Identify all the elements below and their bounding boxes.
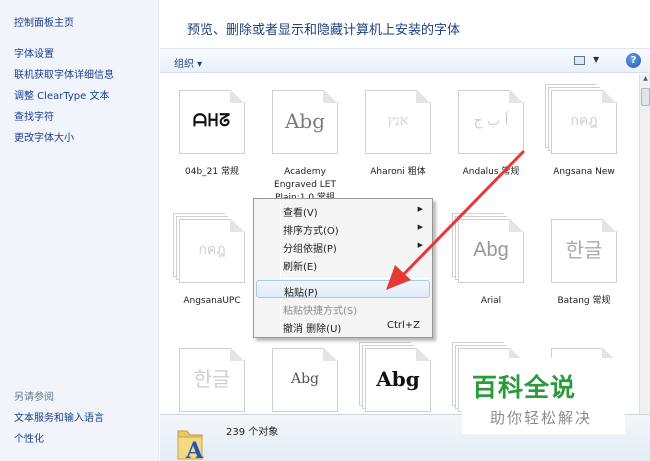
font-family-icon: กคฎ: [173, 213, 249, 287]
menu-item-label: 粘贴(P): [284, 288, 318, 299]
control-panel-home-link[interactable]: 控制面板主页: [14, 14, 74, 29]
font-sample: ᗩᕼᘔ: [192, 111, 232, 131]
menu-item-refresh[interactable]: 刷新(E): [256, 255, 430, 273]
single-font-icon: Abg: [268, 342, 342, 414]
toolbar: 组织 ▾ ▼ ?: [160, 48, 650, 73]
font-name: AngsanaUPC: [183, 296, 241, 306]
menu-separator: [283, 278, 429, 279]
font-sample: Abg: [290, 371, 320, 387]
menu-item-sort-by[interactable]: 排序方式(O) ▶: [256, 219, 430, 237]
scroll-up-icon[interactable]: ▲: [641, 75, 650, 86]
page-title: 预览、删除或者显示和隐藏计算机上安装的字体: [187, 23, 461, 38]
font-sample: กคฎ: [198, 242, 226, 258]
chevron-down-icon: ▼: [593, 55, 600, 64]
vertical-scrollbar[interactable]: ▲: [639, 74, 650, 414]
font-family-icon: กคฎ: [545, 84, 621, 158]
scrollbar-thumb[interactable]: [641, 88, 650, 106]
watermark: 百科全说 助你轻松解决: [462, 358, 625, 434]
fonts-folder-icon: A: [176, 421, 210, 461]
left-sidebar: 控制面板主页 字体设置 联机获取字体详细信息 调整 ClearType 文本 查…: [0, 0, 159, 461]
menu-item-undo-delete[interactable]: 撤消 删除(U) Ctrl+Z: [256, 317, 430, 335]
font-sample: 한글: [193, 367, 231, 391]
menu-item-paste-shortcut[interactable]: 粘贴快捷方式(S): [256, 299, 430, 317]
menu-item-label: 分组依据(P): [283, 244, 337, 255]
find-character-link[interactable]: 查找字符: [14, 108, 54, 123]
single-font-icon: Abg: [268, 84, 342, 158]
personalization-link[interactable]: 个性化: [14, 430, 44, 445]
font-sample: Abg: [376, 367, 420, 391]
font-sample: 한글: [565, 238, 603, 262]
font-family-icon: Abg: [359, 342, 435, 414]
font-name: 04b_21 常规: [185, 167, 239, 177]
see-also-heading: 另请参阅: [14, 392, 54, 403]
menu-item-label: 排序方式(O): [283, 226, 339, 237]
single-font-icon: أ ب ج: [454, 84, 528, 158]
change-font-size-link[interactable]: 更改字体大小: [14, 129, 74, 144]
context-menu: 查看(V) ▶ 排序方式(O) ▶ 分组依据(P) ▶ 刷新(E) 粘贴(P) …: [253, 198, 433, 338]
font-name: Batang 常规: [557, 296, 611, 306]
watermark-title: 百科全说: [472, 373, 577, 402]
menu-item-group-by[interactable]: 分组依据(P) ▶: [256, 237, 430, 255]
menu-item-shortcut: Ctrl+Z: [386, 320, 420, 331]
font-name: Andalus 常规: [462, 167, 520, 177]
single-font-icon: ᗩᕼᘔ: [175, 84, 249, 158]
help-button[interactable]: ?: [626, 53, 641, 68]
single-font-icon: 한글: [175, 342, 249, 414]
svg-text:A: A: [185, 438, 204, 461]
view-icon: [574, 56, 585, 65]
menu-item-label: 查看(V): [283, 208, 318, 219]
watermark-subtitle: 助你轻松解决: [490, 409, 593, 427]
adjust-cleartype-link[interactable]: 调整 ClearType 文本: [14, 87, 109, 102]
font-name: Arial: [480, 296, 502, 306]
font-sample: Abg: [473, 239, 509, 261]
font-sample: أ ب ج: [473, 113, 509, 129]
menu-item-paste[interactable]: 粘贴(P): [256, 280, 430, 299]
submenu-arrow-icon: ▶: [417, 205, 423, 213]
font-name: Aharoni 粗体: [370, 167, 426, 177]
font-sample: กคฎ: [570, 113, 598, 129]
submenu-arrow-icon: ▶: [417, 241, 423, 249]
object-count: 239 个对象: [226, 427, 279, 438]
menu-item-label: 粘贴快捷方式(S): [283, 306, 358, 317]
single-font-icon: אנץ: [361, 84, 435, 158]
submenu-arrow-icon: ▶: [417, 223, 423, 231]
menu-item-label: 撤消 删除(U): [283, 324, 342, 335]
change-view-button[interactable]: ▼: [574, 54, 604, 68]
menu-item-label: 刷新(E): [283, 262, 318, 273]
organize-button[interactable]: 组织 ▾: [174, 55, 202, 70]
font-name: Angsana New: [553, 167, 615, 177]
font-sample: Abg: [284, 109, 326, 133]
get-font-info-online-link[interactable]: 联机获取字体详细信息: [14, 66, 114, 81]
font-settings-link[interactable]: 字体设置: [14, 45, 54, 60]
single-font-icon: 한글: [547, 213, 621, 287]
menu-item-view[interactable]: 查看(V) ▶: [256, 201, 430, 219]
font-sample: אנץ: [387, 113, 409, 129]
text-services-link[interactable]: 文本服务和输入语言: [14, 409, 104, 424]
font-family-icon: Abg: [452, 213, 528, 287]
